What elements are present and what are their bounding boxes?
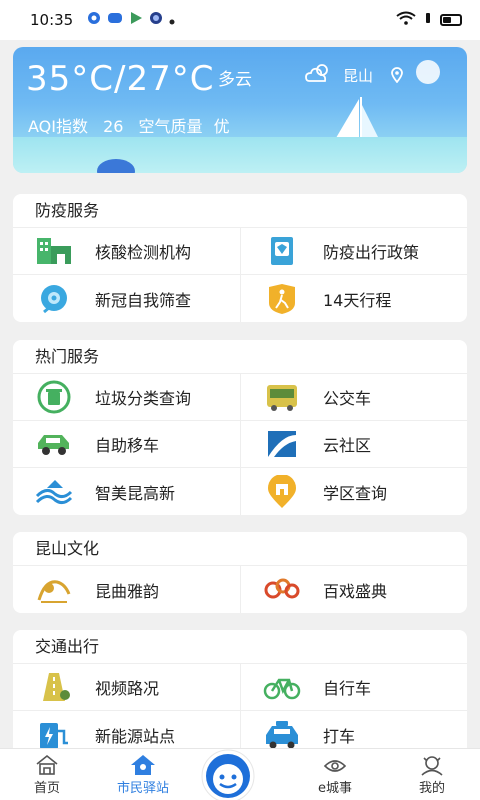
- tab-e-city[interactable]: e城事: [300, 753, 370, 796]
- hospital-building-icon: [35, 234, 73, 268]
- service-row: 智美昆高新 学区查询: [13, 468, 467, 515]
- section-title: 昆山文化: [13, 532, 467, 566]
- tab-label: e城事: [318, 781, 352, 796]
- service-label: 新冠自我筛查: [95, 290, 192, 310]
- school-district-icon: [263, 474, 301, 509]
- service-row: 新冠自我筛查 14天行程: [13, 275, 467, 322]
- service-opera-festival[interactable]: 百戏盛典: [240, 566, 467, 613]
- cloud-community-icon: [263, 427, 301, 461]
- opera-festival-icon: [263, 573, 301, 607]
- assistant-face-icon: [201, 749, 255, 800]
- smart-district-icon: [35, 475, 73, 509]
- city-name[interactable]: 昆山: [343, 65, 373, 86]
- service-bicycle[interactable]: 自行车: [240, 664, 467, 710]
- section-epidemic-services: 防疫服务 核酸检测机构 防疫出行政策 新冠自我筛查 14天行程: [13, 194, 467, 322]
- service-row: 昆曲雅韵 百戏盛典: [13, 566, 467, 613]
- service-row: 垃圾分类查询 公交车: [13, 374, 467, 421]
- road-camera-icon: [35, 670, 73, 704]
- service-14-day-itinerary[interactable]: 14天行程: [240, 275, 467, 322]
- tab-citizen-station[interactable]: 市民驿站: [108, 753, 178, 796]
- sun-icon: [413, 57, 443, 91]
- service-cloud-community[interactable]: 云社区: [240, 421, 467, 467]
- section-kunshan-culture: 昆山文化 昆曲雅韵 百戏盛典: [13, 532, 467, 613]
- service-covid-self-screening[interactable]: 新冠自我筛查: [13, 275, 240, 322]
- kunqu-opera-icon: [35, 573, 73, 607]
- aqi-value: 26: [103, 117, 124, 136]
- policy-document-icon: [263, 234, 301, 268]
- air-quality-label: 空气质量: [138, 117, 203, 136]
- service-row: 自助移车 云社区: [13, 421, 467, 468]
- service-smart-kunshan-hi-tech[interactable]: 智美昆高新: [13, 468, 240, 515]
- recycle-bin-icon: [35, 380, 73, 414]
- service-nucleic-test-sites[interactable]: 核酸检测机构: [13, 228, 240, 274]
- virus-screening-icon: [35, 282, 73, 316]
- service-label: 百戏盛典: [323, 581, 388, 601]
- temperature-range: 35°C/27°C: [26, 59, 215, 99]
- cloudy-weather-icon: [305, 63, 331, 87]
- tab-label: 我的: [418, 781, 445, 796]
- profile-icon: [397, 753, 467, 777]
- service-label: 防疫出行政策: [323, 243, 420, 262]
- bicycle-icon: [263, 670, 301, 704]
- service-video-road-conditions[interactable]: 视频路况: [13, 664, 240, 710]
- more-notifications-dot-icon: [169, 11, 175, 29]
- browser-app-icon: [149, 11, 163, 29]
- service-label: 核酸检测机构: [95, 243, 192, 262]
- service-label: 云社区: [323, 436, 372, 455]
- e-city-icon: [300, 753, 370, 777]
- weather-banner[interactable]: 35°C/27°C 多云 AQI指数 26 空气质量 优 昆山: [13, 47, 467, 173]
- status-bar: 10:35: [0, 0, 480, 40]
- section-title: 交通出行: [13, 630, 467, 664]
- air-quality-value: 优: [213, 117, 230, 136]
- battery-icon: [440, 14, 462, 26]
- service-label: 打车: [323, 726, 356, 746]
- service-label: 公交车: [323, 389, 372, 408]
- play-app-icon: [129, 11, 143, 29]
- service-label: 垃圾分类查询: [95, 389, 192, 408]
- section-transportation: 交通出行 视频路况 自行车 新能源站点 打车: [13, 630, 467, 758]
- center-assistant-button[interactable]: [192, 746, 264, 800]
- section-popular-services: 热门服务 垃圾分类查询 公交车 自助移车 云社区 智美昆高新 学区查询: [13, 340, 467, 515]
- service-kunqu-opera[interactable]: 昆曲雅韵: [13, 566, 240, 613]
- aqi-label: AQI指数: [28, 117, 88, 136]
- service-school-district-query[interactable]: 学区查询: [240, 468, 467, 515]
- tab-my-profile[interactable]: 我的: [397, 753, 467, 796]
- bus-icon: [263, 380, 301, 414]
- tab-home[interactable]: 首页: [12, 753, 82, 796]
- service-label: 视频路况: [95, 679, 160, 698]
- home-icon: [12, 753, 82, 777]
- service-label: 昆曲雅韵: [95, 581, 160, 601]
- chat-app-icon: [107, 11, 123, 29]
- weather-condition: 多云: [218, 70, 252, 90]
- service-row: 核酸检测机构 防疫出行政策: [13, 228, 467, 275]
- service-bus[interactable]: 公交车: [240, 374, 467, 420]
- air-quality-line: AQI指数 26 空气质量 优: [28, 113, 230, 137]
- service-self-move-car[interactable]: 自助移车: [13, 421, 240, 467]
- service-label: 自助移车: [95, 436, 160, 455]
- service-epidemic-travel-policy[interactable]: 防疫出行政策: [240, 228, 467, 274]
- service-row: 视频路况 自行车: [13, 664, 467, 711]
- taxi-icon: [263, 718, 301, 752]
- section-title: 热门服务: [13, 340, 467, 374]
- charging-station-icon: [35, 718, 73, 752]
- alarm-icon: [424, 11, 432, 29]
- service-garbage-sorting-query[interactable]: 垃圾分类查询: [13, 374, 240, 420]
- status-time: 10:35: [30, 11, 74, 29]
- service-label: 智美昆高新: [95, 483, 176, 503]
- citizen-station-icon: [108, 753, 178, 777]
- section-title: 防疫服务: [13, 194, 467, 228]
- service-label: 14天行程: [323, 290, 392, 310]
- service-label: 学区查询: [323, 483, 388, 503]
- car-icon: [35, 427, 73, 461]
- service-label: 自行车: [323, 679, 372, 698]
- sea-background: [13, 137, 467, 173]
- notification-app-icon: [87, 11, 101, 29]
- service-label: 新能源站点: [95, 726, 176, 746]
- tab-label: 首页: [33, 781, 60, 796]
- location-pin-icon: [391, 67, 403, 87]
- walking-person-icon: [263, 282, 301, 316]
- wifi-icon: [396, 11, 416, 29]
- tab-label: 市民驿站: [116, 781, 169, 796]
